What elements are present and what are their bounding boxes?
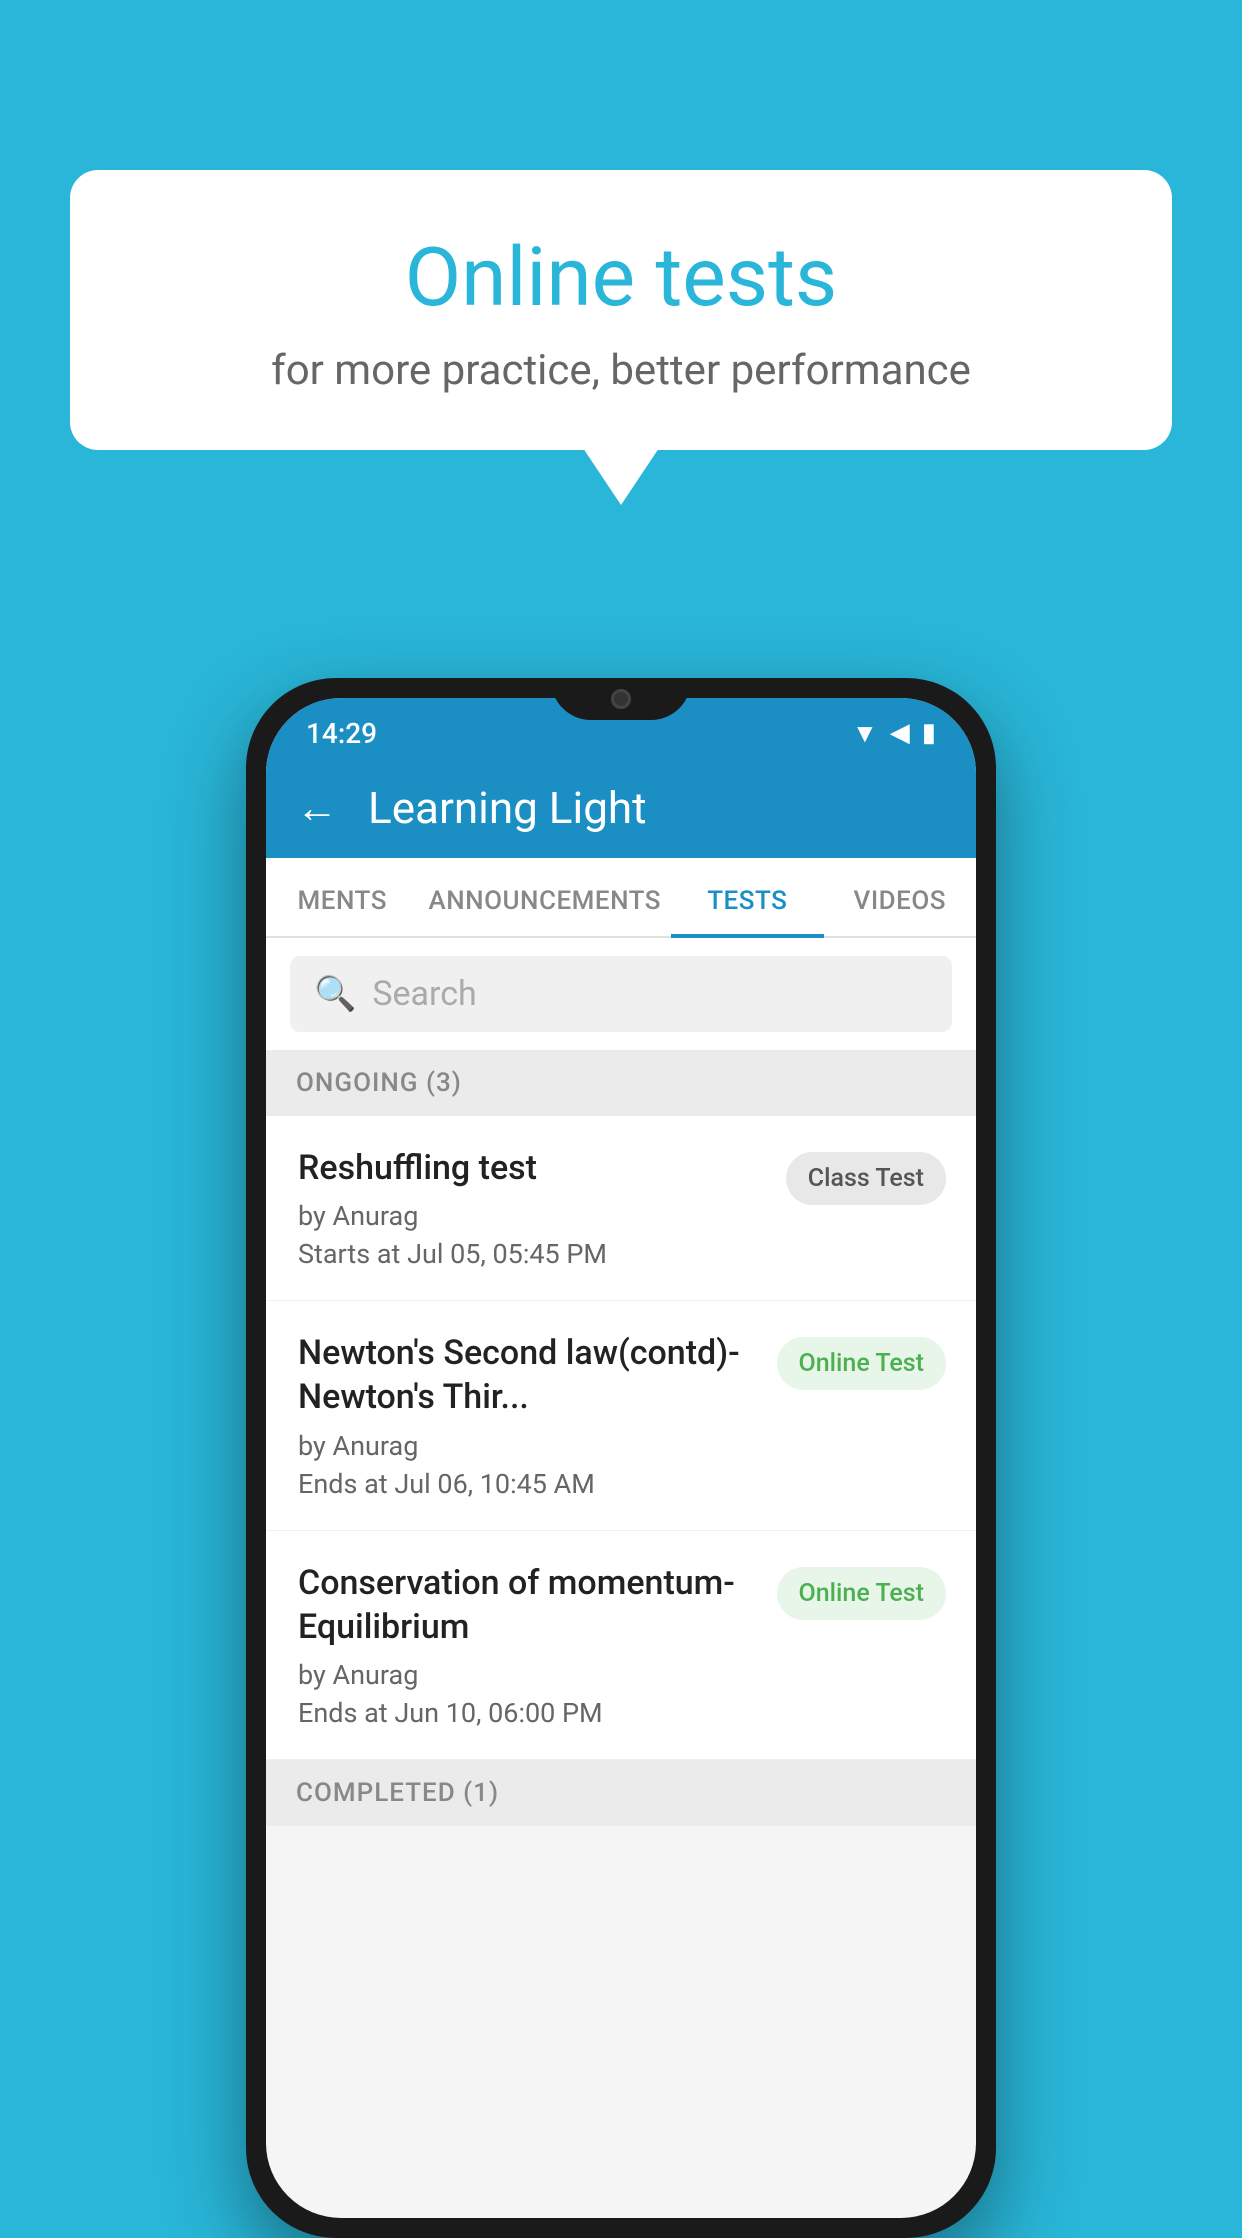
test-item[interactable]: Reshuffling test by Anurag Starts at Jul… (266, 1116, 976, 1301)
completed-label: COMPLETED (1) (296, 1778, 499, 1808)
test-name: Reshuffling test (298, 1146, 766, 1190)
app-bar: ← Learning Light (266, 758, 976, 858)
battery-icon: ▮ (922, 718, 936, 748)
test-info: Newton's Second law(contd)-Newton's Thir… (298, 1331, 757, 1499)
status-icons: ▼ ◀ ▮ (852, 718, 936, 749)
camera (611, 689, 631, 709)
phone-screen: 14:29 ▼ ◀ ▮ ← Learning Light MENTS ANNOU… (266, 698, 976, 2218)
speech-bubble: Online tests for more practice, better p… (70, 170, 1172, 450)
test-author: by Anurag (298, 1659, 757, 1691)
phone-notch (551, 678, 691, 720)
ongoing-section-header: ONGOING (3) (266, 1050, 976, 1116)
class-test-badge: Class Test (786, 1152, 946, 1205)
test-name: Conservation of momentum-Equilibrium (298, 1561, 757, 1649)
test-name: Newton's Second law(contd)-Newton's Thir… (298, 1331, 757, 1419)
app-title: Learning Light (368, 782, 647, 834)
test-info: Conservation of momentum-Equilibrium by … (298, 1561, 757, 1729)
phone-wrapper: 14:29 ▼ ◀ ▮ ← Learning Light MENTS ANNOU… (246, 678, 996, 2238)
search-box[interactable]: 🔍 Search (290, 956, 952, 1032)
test-info: Reshuffling test by Anurag Starts at Jul… (298, 1146, 766, 1270)
ongoing-label: ONGOING (3) (296, 1068, 462, 1098)
test-date: Ends at Jun 10, 06:00 PM (298, 1697, 757, 1729)
test-item[interactable]: Newton's Second law(contd)-Newton's Thir… (266, 1301, 976, 1530)
bubble-subtitle: for more practice, better performance (120, 346, 1122, 395)
test-item[interactable]: Conservation of momentum-Equilibrium by … (266, 1531, 976, 1760)
tests-list: Reshuffling test by Anurag Starts at Jul… (266, 1116, 976, 1760)
tab-videos[interactable]: VIDEOS (824, 858, 976, 936)
test-date: Ends at Jul 06, 10:45 AM (298, 1468, 757, 1500)
status-time: 14:29 (306, 717, 377, 750)
online-test-badge-2: Online Test (777, 1567, 946, 1620)
tab-announcements[interactable]: ANNOUNCEMENTS (418, 858, 671, 936)
phone-outer: 14:29 ▼ ◀ ▮ ← Learning Light MENTS ANNOU… (246, 678, 996, 2238)
bubble-title: Online tests (120, 230, 1122, 326)
back-button[interactable]: ← (296, 784, 338, 833)
search-container: 🔍 Search (266, 938, 976, 1050)
search-icon: 🔍 (314, 974, 356, 1014)
tab-tests[interactable]: TESTS (671, 858, 823, 936)
wifi-icon: ▼ (852, 718, 878, 749)
search-input[interactable]: Search (372, 974, 476, 1014)
completed-section-header: COMPLETED (1) (266, 1760, 976, 1826)
test-author: by Anurag (298, 1200, 766, 1232)
tab-ments[interactable]: MENTS (266, 858, 418, 936)
tabs-bar: MENTS ANNOUNCEMENTS TESTS VIDEOS (266, 858, 976, 938)
test-author: by Anurag (298, 1430, 757, 1462)
signal-icon: ◀ (890, 718, 910, 748)
online-test-badge: Online Test (777, 1337, 946, 1390)
test-date: Starts at Jul 05, 05:45 PM (298, 1238, 766, 1270)
